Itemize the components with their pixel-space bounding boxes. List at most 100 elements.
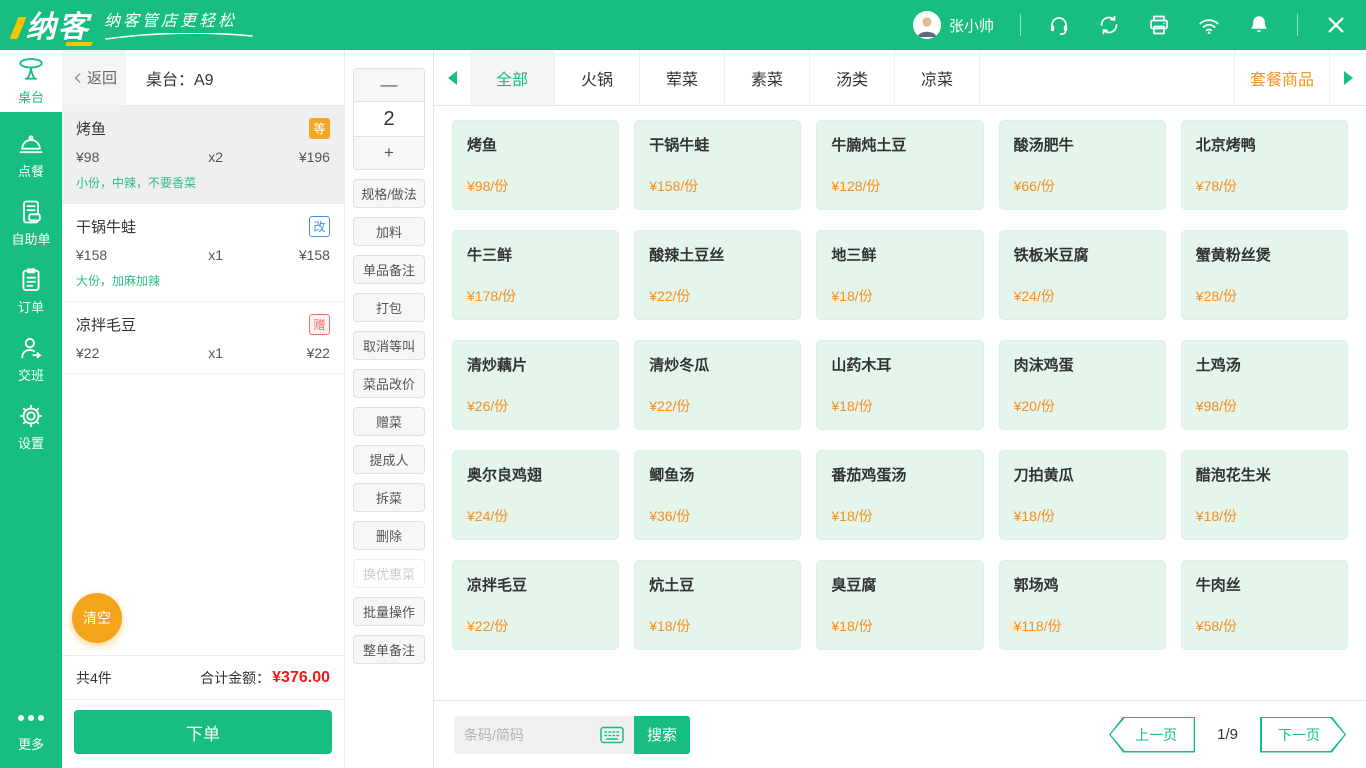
menu-card[interactable]: 铁板米豆腐¥24/份 (999, 230, 1166, 320)
dish-name: 牛腩炖土豆 (831, 134, 968, 155)
tab-cold-dish[interactable]: 凉菜 (895, 50, 980, 105)
action-swap-promo-button[interactable]: 换优惠菜 (353, 559, 425, 588)
tab-hotpot[interactable]: 火锅 (555, 50, 640, 105)
menu-card[interactable]: 牛肉丝¥58/份 (1181, 560, 1348, 650)
sidebar-item-self-order[interactable]: 自助单 (0, 192, 62, 254)
order-item-name: 烤鱼 (76, 118, 106, 139)
sidebar-item-label: 自助单 (11, 229, 50, 248)
order-item-list: 烤鱼 等 ¥98 x2 ¥196 小份，中辣，不要香菜 干锅牛蛙 改 ¥158 … (62, 106, 344, 655)
action-takeout-button[interactable]: 打包 (353, 293, 425, 322)
action-delete-button[interactable]: 删除 (353, 521, 425, 550)
tab-vegetable[interactable]: 素菜 (725, 50, 810, 105)
menu-card[interactable]: 酸辣土豆丝¥22/份 (634, 230, 801, 320)
prev-page-button[interactable]: 上一页 (1109, 717, 1195, 753)
menu-card[interactable]: 郭场鸡¥118/份 (999, 560, 1166, 650)
menu-footer: 搜索 上一页 1/9 下一页 (434, 700, 1366, 768)
triangle-right-icon (1344, 71, 1353, 85)
sidebar-item-label: 交班 (18, 365, 44, 384)
action-cancel-hold-button[interactable]: 取消等叫 (353, 331, 425, 360)
menu-card[interactable]: 肉沫鸡蛋¥20/份 (999, 340, 1166, 430)
sidebar-item-more[interactable]: 更多 (0, 698, 62, 760)
keyboard-icon[interactable] (600, 726, 624, 744)
qty-plus-button[interactable]: + (354, 137, 424, 169)
menu-card[interactable]: 刀拍黄瓜¥18/份 (999, 450, 1166, 540)
dish-name: 牛肉丝 (1196, 574, 1333, 595)
wifi-icon[interactable] (1197, 13, 1221, 37)
tab-all[interactable]: 全部 (470, 50, 555, 105)
user-account[interactable]: 张小帅 (913, 11, 994, 39)
action-change-price-button[interactable]: 菜品改价 (353, 369, 425, 398)
printer-icon[interactable] (1147, 13, 1171, 37)
menu-card[interactable]: 奥尔良鸡翅¥24/份 (452, 450, 619, 540)
topbar-divider (1297, 14, 1298, 36)
sidebar-item-order-food[interactable]: 点餐 (0, 124, 62, 186)
dish-name: 臭豆腐 (831, 574, 968, 595)
action-gift-button[interactable]: 赠菜 (353, 407, 425, 436)
dish-name: 山药木耳 (831, 354, 968, 375)
dish-name: 酸辣土豆丝 (649, 244, 786, 265)
dish-name: 奥尔良鸡翅 (467, 464, 604, 485)
order-item[interactable]: 凉拌毛豆 赠 ¥22 x1 ¥22 (62, 302, 344, 374)
bell-icon[interactable] (1247, 13, 1271, 37)
action-spec-button[interactable]: 规格/做法 (353, 179, 425, 208)
search-input[interactable] (464, 727, 600, 743)
tab-soup[interactable]: 汤类 (810, 50, 895, 105)
sidebar-item-settings[interactable]: 设置 (0, 396, 62, 458)
menu-card[interactable]: 清炒藕片¥26/份 (452, 340, 619, 430)
action-item-note-button[interactable]: 单品备注 (353, 255, 425, 284)
action-batch-button[interactable]: 批量操作 (353, 597, 425, 626)
order-item-name: 干锅牛蛙 (76, 216, 136, 237)
menu-card[interactable]: 酸汤肥牛¥66/份 (999, 120, 1166, 210)
tabs-scroll-right-button[interactable] (1330, 50, 1366, 105)
order-item-price: ¥22 (76, 345, 178, 361)
status-badge-gift: 赠 (309, 314, 330, 335)
sidebar-item-label: 桌台 (18, 87, 44, 106)
sidebar-item-shift[interactable]: 交班 (0, 328, 62, 390)
sidebar-item-tables[interactable]: 桌台 (0, 50, 62, 112)
menu-card[interactable]: 北京烤鸭¥78/份 (1181, 120, 1348, 210)
dish-price: ¥22/份 (649, 396, 786, 416)
search-button[interactable]: 搜索 (634, 716, 690, 754)
menu-card[interactable]: 干锅牛蛙¥158/份 (634, 120, 801, 210)
order-item[interactable]: 烤鱼 等 ¥98 x2 ¥196 小份，中辣，不要香菜 (62, 106, 344, 204)
sync-icon[interactable] (1097, 13, 1121, 37)
menu-card[interactable]: 清炒冬瓜¥22/份 (634, 340, 801, 430)
place-order-button[interactable]: 下单 (74, 710, 332, 754)
menu-card[interactable]: 蟹黄粉丝煲¥28/份 (1181, 230, 1348, 320)
menu-card[interactable]: 牛腩炖土豆¥128/份 (816, 120, 983, 210)
dish-price: ¥28/份 (1196, 286, 1333, 306)
menu-card[interactable]: 醋泡花生米¥18/份 (1181, 450, 1348, 540)
tabs-scroll-left-button[interactable] (434, 50, 470, 105)
menu-card[interactable]: 凉拌毛豆¥22/份 (452, 560, 619, 650)
qty-minus-button[interactable]: — (354, 69, 424, 101)
action-addon-button[interactable]: 加料 (353, 217, 425, 246)
brand-name: 纳客 (26, 13, 90, 43)
next-page-button[interactable]: 下一页 (1260, 717, 1346, 753)
menu-card[interactable]: 山药木耳¥18/份 (816, 340, 983, 430)
cloche-icon (16, 130, 46, 158)
dish-price: ¥18/份 (831, 286, 968, 306)
action-order-note-button[interactable]: 整单备注 (353, 635, 425, 664)
triangle-left-icon (448, 71, 457, 85)
menu-card[interactable]: 鲫鱼汤¥36/份 (634, 450, 801, 540)
dish-price: ¥22/份 (467, 616, 604, 636)
menu-card[interactable]: 番茄鸡蛋汤¥18/份 (816, 450, 983, 540)
menu-card[interactable]: 烤鱼¥98/份 (452, 120, 619, 210)
back-button[interactable]: 返回 (62, 50, 126, 105)
menu-card[interactable]: 臭豆腐¥18/份 (816, 560, 983, 650)
close-icon[interactable] (1324, 13, 1348, 37)
menu-card[interactable]: 土鸡汤¥98/份 (1181, 340, 1348, 430)
brand-tagline: 纳客管店更轻松 (104, 7, 254, 31)
action-commission-button[interactable]: 提成人 (353, 445, 425, 474)
sidebar-item-orders[interactable]: 订单 (0, 260, 62, 322)
clear-order-button[interactable]: 清空 (72, 593, 122, 643)
tab-combo-products[interactable]: 套餐商品 (1234, 50, 1330, 105)
support-icon[interactable] (1047, 13, 1071, 37)
tab-meat[interactable]: 荤菜 (640, 50, 725, 105)
dish-name: 酸汤肥牛 (1014, 134, 1151, 155)
menu-card[interactable]: 牛三鲜¥178/份 (452, 230, 619, 320)
order-item[interactable]: 干锅牛蛙 改 ¥158 x1 ¥158 大份，加麻加辣 (62, 204, 344, 302)
menu-card[interactable]: 地三鲜¥18/份 (816, 230, 983, 320)
action-split-button[interactable]: 拆菜 (353, 483, 425, 512)
menu-card[interactable]: 炕土豆¥18/份 (634, 560, 801, 650)
